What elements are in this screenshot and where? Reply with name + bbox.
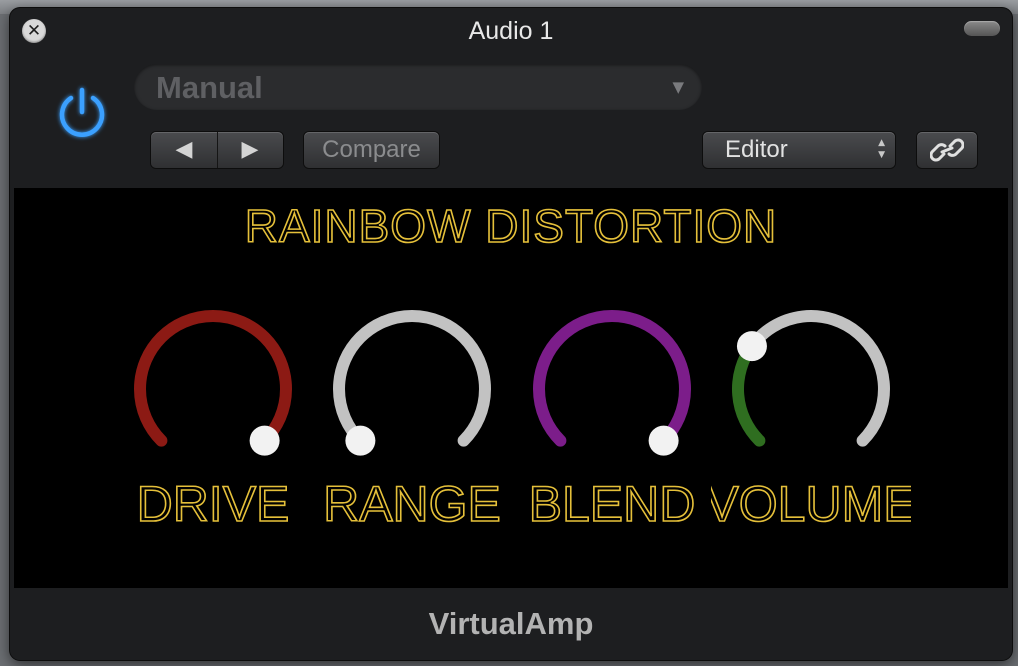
knob-graphic [134, 310, 292, 456]
knob-handle[interactable] [736, 331, 767, 362]
view-value: Editor [725, 136, 788, 163]
plugin-name: VirtualAmp [428, 606, 594, 641]
knob-value-arc [533, 310, 691, 447]
knob-handle[interactable] [648, 425, 679, 456]
volume-knob[interactable] [726, 304, 896, 474]
knob-graphic [333, 310, 491, 456]
power-icon [59, 87, 105, 137]
knob-handle[interactable] [345, 425, 376, 456]
footer: VirtualAmp [10, 588, 1012, 660]
title-bar[interactable]: ✕ Audio 1 [10, 8, 1012, 54]
knob-graphic [732, 310, 890, 447]
blend-label: BLEND [528, 475, 696, 531]
svg-text:BLEND: BLEND [529, 476, 696, 531]
preset-nav-group: ◀ ▶ [151, 132, 283, 168]
drive-knob[interactable] [128, 304, 298, 474]
knob-value-arc [134, 310, 292, 447]
svg-text:RANGE: RANGE [323, 476, 501, 531]
stepper-arrows-icon: ▲ ▼ [878, 138, 885, 160]
compare-button[interactable]: Compare [304, 132, 439, 168]
view-select[interactable]: Editor ▲ ▼ [703, 132, 895, 168]
svg-text:DRIVE: DRIVE [137, 476, 290, 531]
knob-track [745, 310, 890, 447]
range-knob[interactable] [327, 304, 497, 474]
link-icon [930, 138, 964, 162]
collapse-button[interactable] [964, 21, 1000, 36]
knob-track [333, 310, 491, 447]
knob-handle[interactable] [249, 425, 280, 456]
power-button[interactable] [52, 82, 112, 142]
plugin-window: ✕ Audio 1 Manual ▼ ◀ ▶ Compare Editor ▲ ▼ [10, 8, 1012, 660]
volume-label: VOLUME [711, 475, 911, 531]
blend-knob[interactable] [527, 304, 697, 474]
plugin-title: RAINBOW DISTORTION [244, 199, 778, 253]
next-preset-button[interactable]: ▶ [217, 132, 283, 168]
plugin-panel: RAINBOW DISTORTION DRIVE RANGE BLEND VOL… [14, 188, 1008, 588]
chevron-down-icon: ▼ [672, 78, 684, 96]
window-title: Audio 1 [468, 17, 554, 45]
range-label: RANGE [322, 475, 501, 531]
prev-preset-button[interactable]: ◀ [151, 132, 218, 168]
svg-text:VOLUME: VOLUME [711, 476, 911, 531]
prev-arrow-icon: ◀ [175, 137, 193, 162]
next-arrow-icon: ▶ [241, 137, 259, 162]
preset-select[interactable]: Manual ▼ [134, 64, 702, 110]
drive-label: DRIVE [136, 475, 290, 531]
knob-graphic [533, 310, 691, 456]
preset-value: Manual [156, 70, 263, 105]
link-button[interactable] [917, 132, 977, 168]
plugin-title-text: RAINBOW DISTORTION [245, 200, 778, 252]
